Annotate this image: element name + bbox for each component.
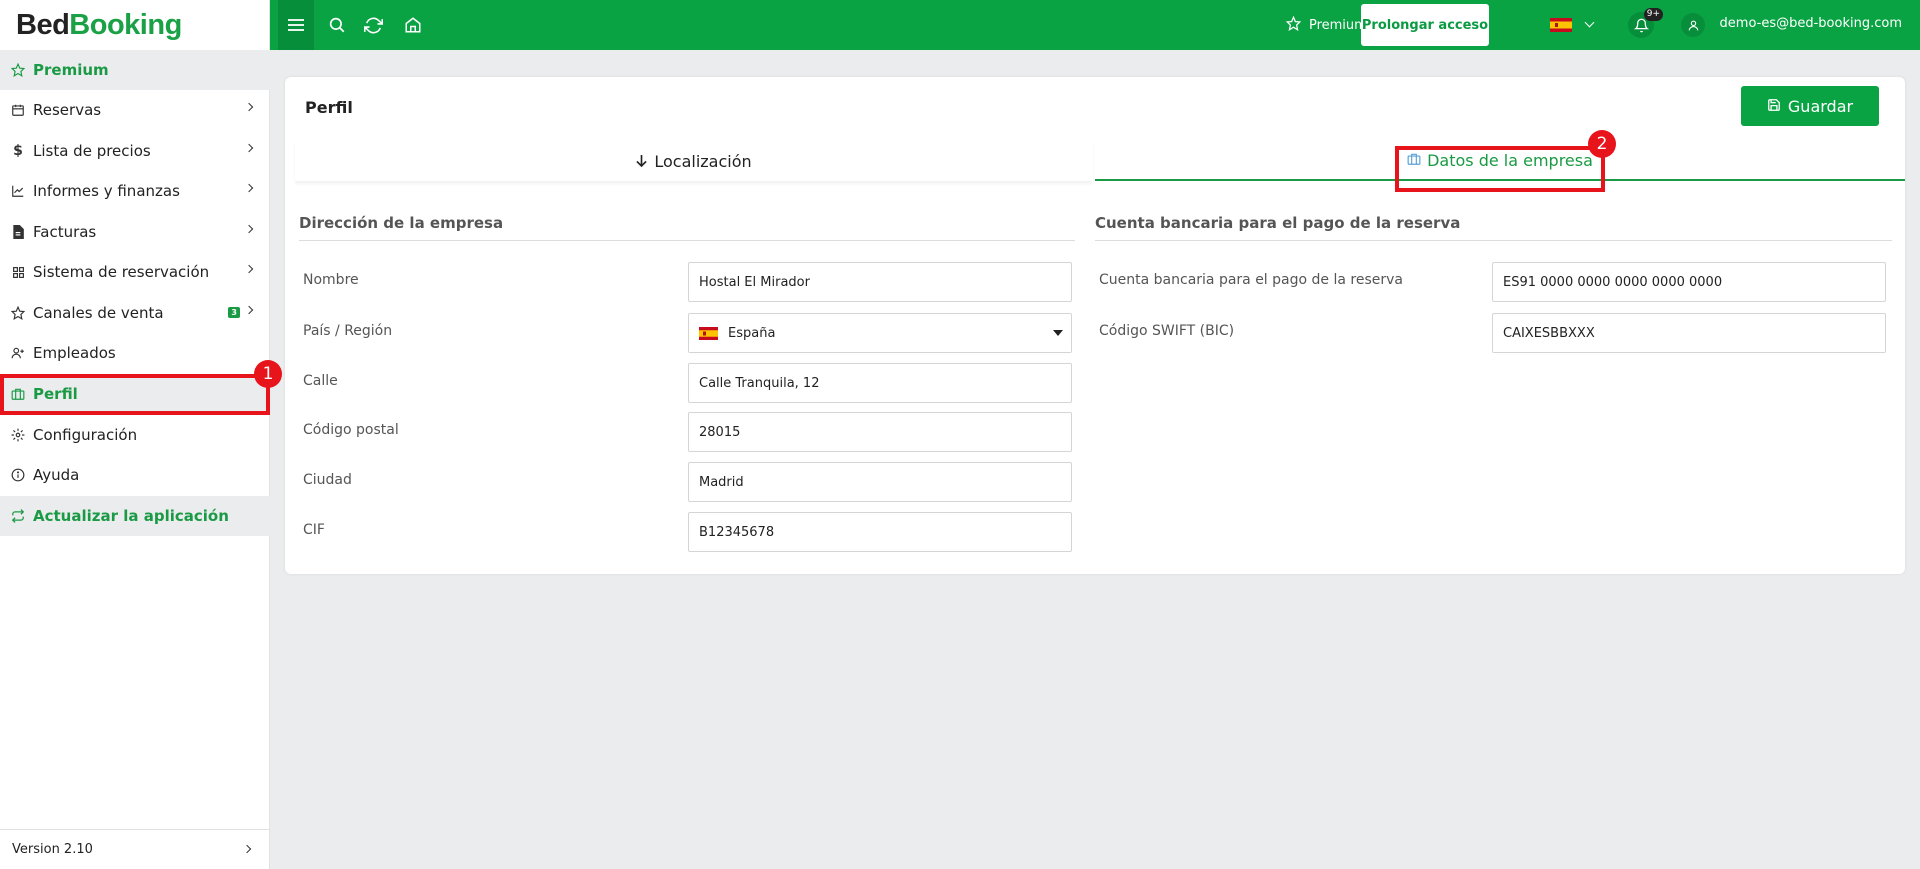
sidebar-item-canales-de-venta[interactable]: Canales de venta 3 (0, 293, 270, 333)
chevron-right-icon (244, 264, 254, 274)
app-logo[interactable]: Bed Booking (0, 0, 269, 50)
save-icon (1767, 97, 1781, 116)
chevron-right-icon (244, 305, 254, 315)
search-icon[interactable] (322, 0, 352, 50)
menu-icon[interactable] (278, 0, 314, 50)
swift-field[interactable]: CAIXESBBXXX (1492, 313, 1886, 353)
save-button[interactable]: Guardar (1741, 86, 1879, 126)
prolong-access-button[interactable]: Prolongar acceso (1361, 4, 1489, 46)
chevron-right-icon (242, 844, 252, 854)
highlight-box-1 (0, 374, 270, 415)
dollar-icon: $ (13, 143, 23, 159)
field-label-swift: Código SWIFT (BIC) (1099, 323, 1235, 339)
sidebar-item-label: Informes y finanzas (33, 182, 180, 200)
sidebar-item-label: Ayuda (33, 466, 80, 484)
spain-flag-icon (699, 326, 718, 340)
sidebar-item-label: Empleados (33, 344, 116, 362)
field-label-calle: Calle (303, 373, 338, 389)
star-icon (11, 63, 25, 77)
chart-icon (11, 184, 25, 198)
caret-down-icon (1053, 330, 1063, 336)
notification-count-badge: 9+ (1643, 8, 1663, 21)
sidebar-item-informes[interactable]: Informes y finanzas (0, 171, 270, 211)
chevron-right-icon (244, 143, 254, 153)
tab-label: Localización (654, 151, 752, 171)
chevron-right-icon (244, 183, 254, 193)
country-select[interactable]: España (688, 313, 1072, 353)
company-name-field[interactable]: Hostal El Mirador (688, 262, 1072, 302)
profile-card: Perfil Guardar Localización Datos de la … (285, 77, 1905, 574)
annotation-badge-1: 1 (254, 360, 282, 388)
sidebar-item-actualizar[interactable]: Actualizar la aplicación (0, 496, 270, 536)
refresh-icon (11, 509, 25, 523)
tab-localizacion[interactable]: Localización (295, 141, 1093, 181)
info-icon (11, 468, 25, 482)
field-label-ciudad: Ciudad (303, 472, 352, 488)
sidebar-item-label: Configuración (33, 426, 138, 444)
sidebar-item-label: Sistema de reservación (33, 263, 210, 281)
count-badge: 3 (228, 307, 240, 318)
sidebar-item-label: Lista de precios (33, 142, 151, 160)
sidebar-item-label: Actualizar la aplicación (33, 507, 229, 525)
cif-field[interactable]: B12345678 (688, 512, 1072, 552)
refresh-icon[interactable] (358, 0, 388, 50)
sidebar-item-premium[interactable]: Premium (0, 50, 270, 90)
field-label-pais: País / Región (303, 323, 393, 339)
grid-icon (11, 265, 25, 279)
postal-code-field[interactable]: 28015 (688, 412, 1072, 452)
sidebar-item-reservas[interactable]: Reservas (0, 90, 270, 130)
section-bank-account: Cuenta bancaria para el pago de la reser… (1095, 214, 1892, 241)
sidebar-item-label: Canales de venta (33, 304, 164, 322)
user-icon[interactable] (1681, 13, 1705, 37)
user-plus-icon (11, 346, 25, 360)
sidebar-item-ayuda[interactable]: Ayuda (0, 455, 270, 495)
page-title: Perfil (305, 98, 353, 117)
calendar-icon (11, 103, 25, 117)
sidebar-item-label: Facturas (33, 223, 97, 241)
chevron-right-icon (244, 224, 254, 234)
sidebar-item-label: Reservas (33, 101, 102, 119)
top-bar: Premium : 344 días Prolongar acceso 9+ d… (270, 0, 1920, 50)
sidebar-item-sistema-reservacion[interactable]: Sistema de reservación (0, 252, 270, 292)
sidebar-item-facturas[interactable]: Facturas (0, 212, 270, 252)
sidebar-item-configuracion[interactable]: Configuración (0, 415, 270, 455)
sidebar-item-empleados[interactable]: Empleados (0, 333, 270, 373)
sidebar: Bed Booking Premium Reservas $ Lista de p… (0, 0, 270, 869)
chevron-down-icon[interactable] (1584, 17, 1595, 28)
annotation-badge-2: 2 (1588, 130, 1616, 158)
invoice-icon (11, 225, 25, 239)
sidebar-item-label: Premium (33, 61, 109, 79)
save-label: Guardar (1787, 96, 1854, 116)
version-label: Version 2.10 (12, 842, 93, 857)
highlight-box-2 (1395, 146, 1605, 192)
logo-text-bed: Bed (16, 8, 70, 41)
chevron-right-icon (244, 102, 254, 112)
street-field[interactable]: Calle Tranquila, 12 (688, 363, 1072, 403)
star-icon (1285, 15, 1302, 35)
logo-text-booking: Booking (69, 8, 182, 41)
field-label-cif: CIF (303, 522, 325, 538)
user-email[interactable]: demo-es@bed-booking.com (1720, 16, 1902, 31)
country-value: España (728, 325, 776, 341)
field-label-bank-account: Cuenta bancaria para el pago de la reser… (1099, 272, 1403, 288)
arrow-down-icon (636, 152, 648, 171)
home-icon[interactable] (398, 0, 428, 50)
field-label-nombre: Nombre (303, 272, 359, 288)
section-company-address: Dirección de la empresa (299, 214, 1075, 241)
star-icon (11, 306, 25, 320)
spain-flag-icon[interactable] (1550, 18, 1572, 32)
gear-icon (11, 428, 25, 442)
version-row[interactable]: Version 2.10 (0, 829, 270, 869)
field-label-codigo-postal: Código postal (303, 422, 399, 438)
bank-account-field[interactable]: ES91 0000 0000 0000 0000 0000 (1492, 262, 1886, 302)
sidebar-item-lista-de-precios[interactable]: $ Lista de precios (0, 131, 270, 171)
city-field[interactable]: Madrid (688, 462, 1072, 502)
